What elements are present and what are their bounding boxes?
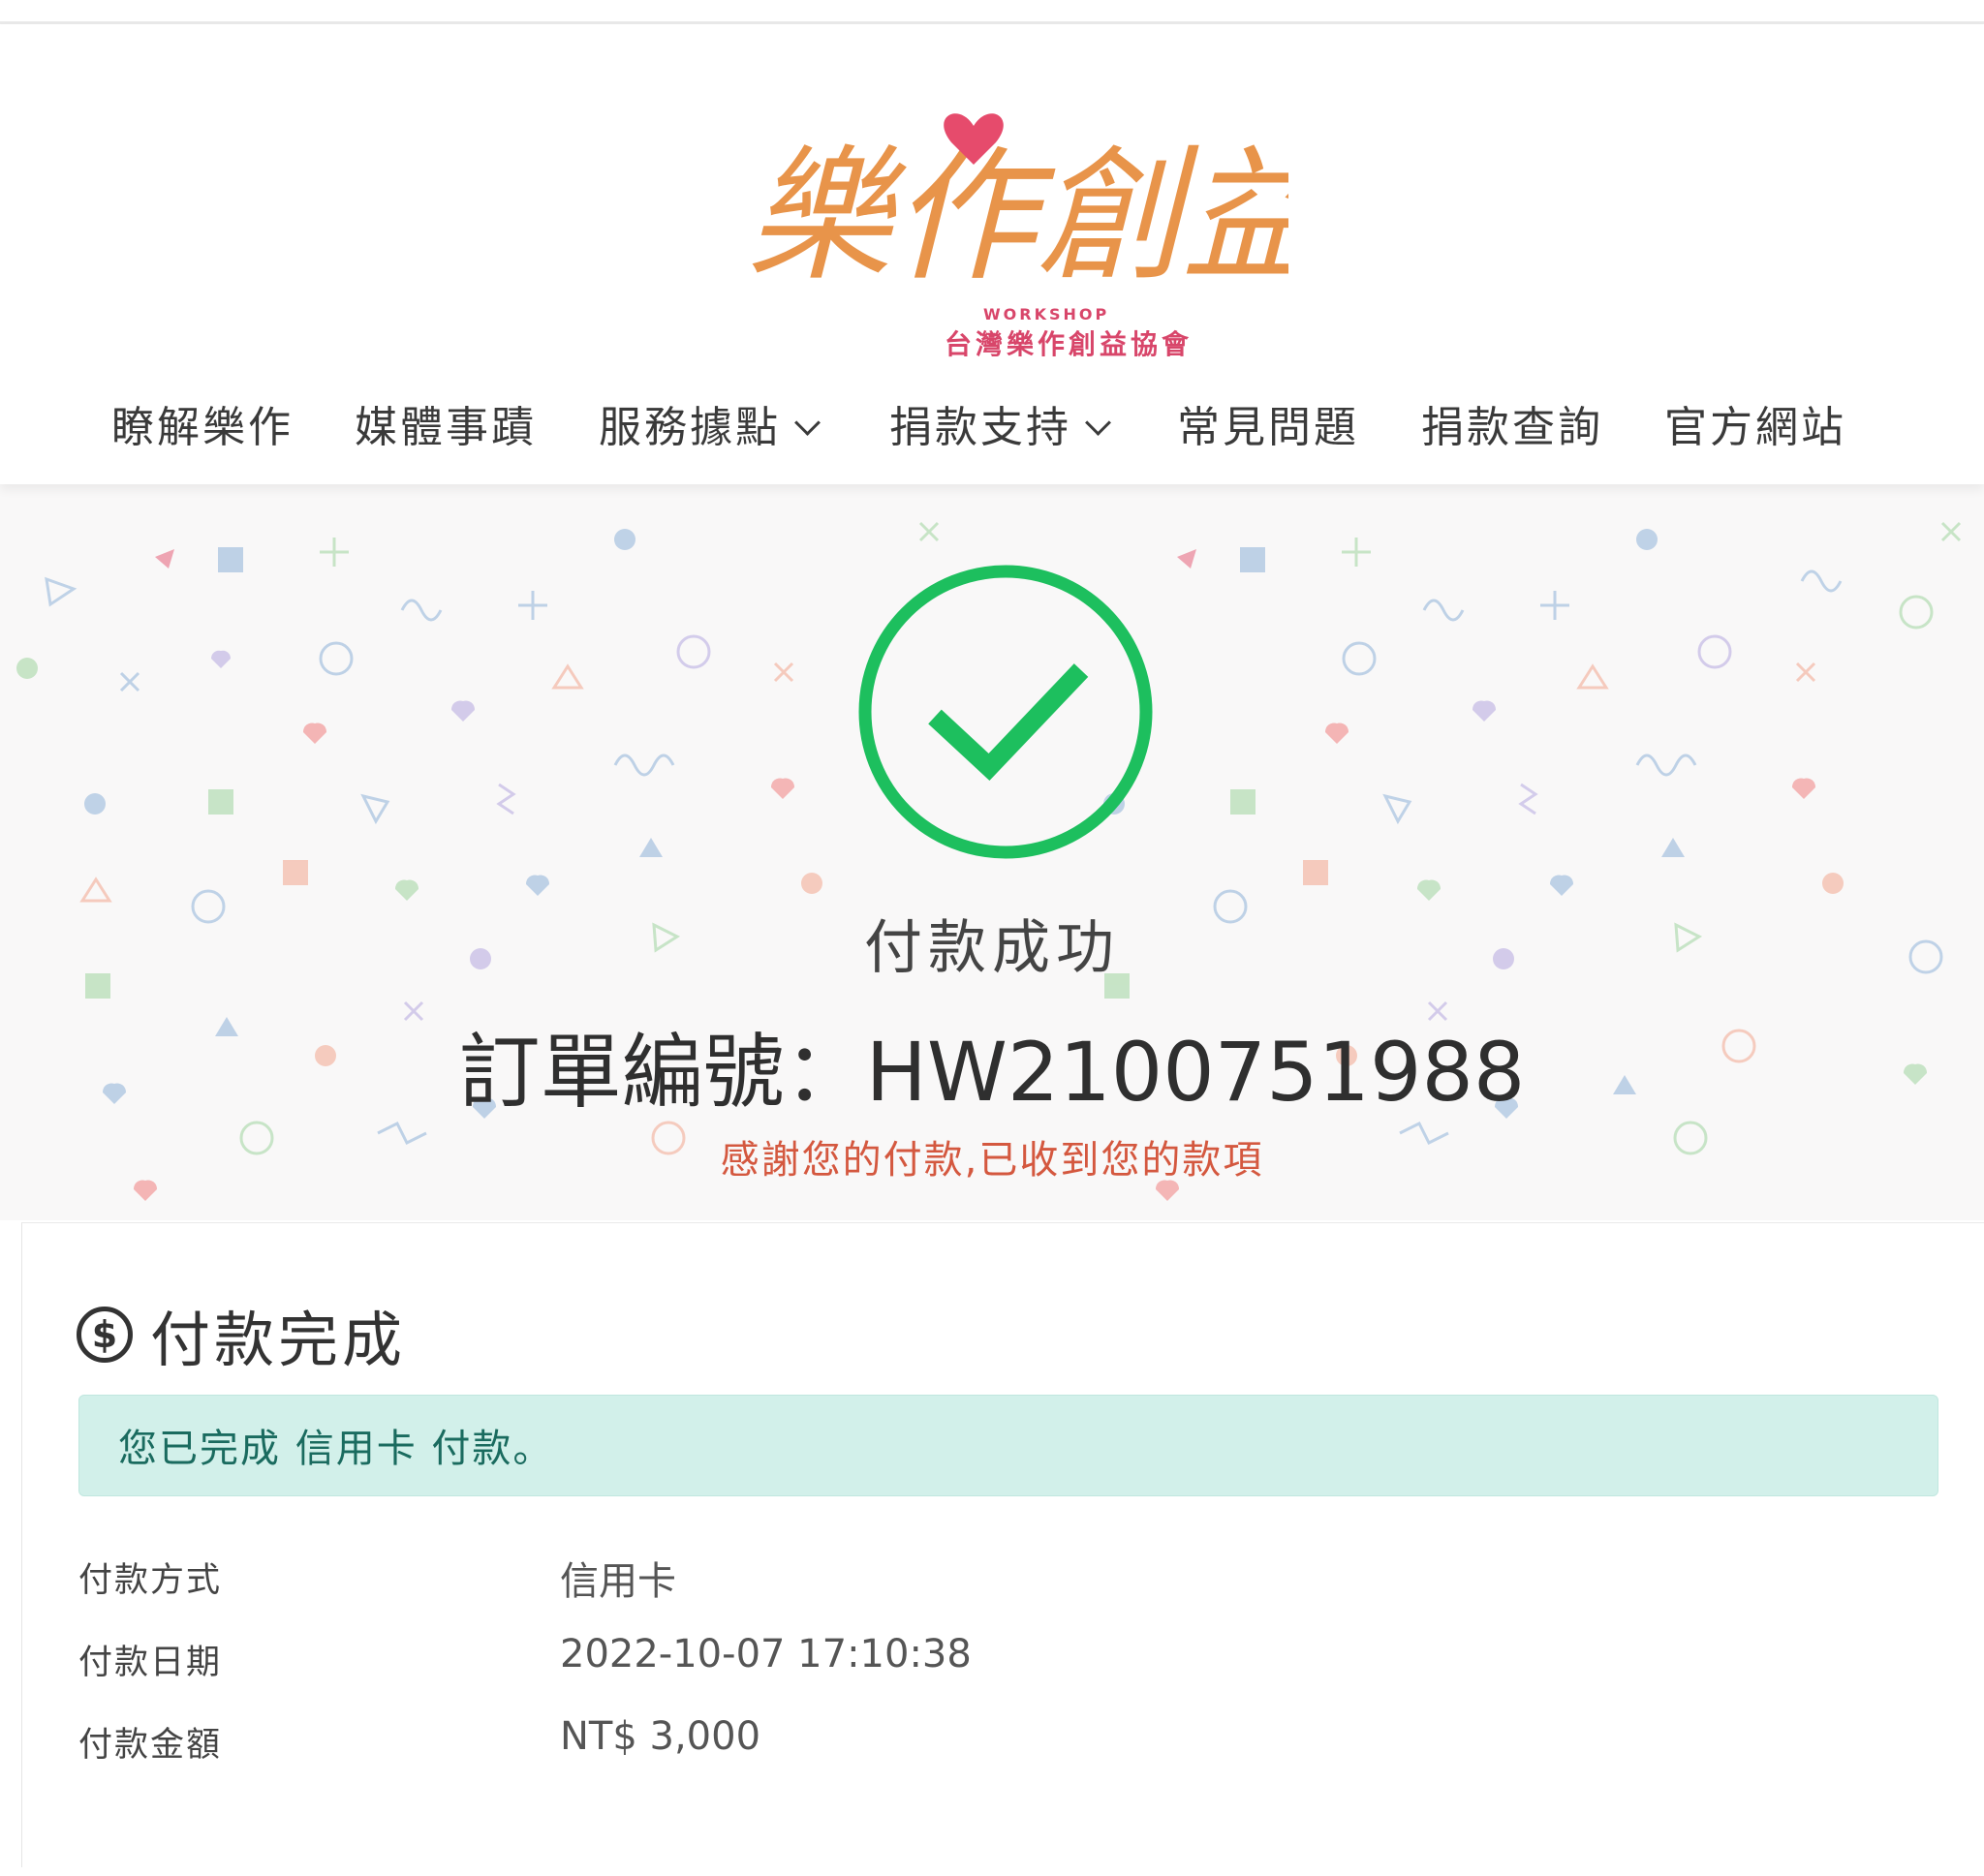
- nav-item-about[interactable]: 瞭解樂作: [111, 392, 294, 454]
- card-title: 付款完成: [150, 1305, 407, 1375]
- payment-success-title: 付款成功: [864, 914, 1120, 982]
- payment-date-value: 2022-10-07 17:10:38: [560, 1632, 972, 1676]
- nav-item-donate[interactable]: 捐款支持: [889, 392, 1111, 454]
- svg-text:樂作創益: 樂作創益: [746, 133, 1288, 301]
- payment-amount-value: NT$ 3,000: [560, 1714, 761, 1759]
- nav-item-official-site[interactable]: 官方網站: [1664, 392, 1846, 454]
- payment-details-card: $ 付款完成 您已完成 信用卡 付款。 付款方式 信用卡 付款日期 2022-1…: [21, 1222, 1984, 1867]
- payment-complete-alert: 您已完成 信用卡 付款。: [78, 1395, 1938, 1496]
- nav-item-locations[interactable]: 服務據點: [599, 392, 821, 454]
- browser-top-edge: [0, 0, 1984, 24]
- dollar-circle-icon: $: [77, 1307, 133, 1363]
- card-header: $ 付款完成: [77, 1291, 406, 1378]
- payment-method-label: 付款方式: [78, 1561, 223, 1600]
- logo-artwork: 樂作創益 WORKSHOP 台灣樂作創益協會: [746, 113, 1288, 360]
- site-logo[interactable]: 樂作創益 WORKSHOP 台灣樂作創益協會: [727, 73, 1288, 363]
- payment-date-label: 付款日期: [78, 1644, 223, 1682]
- logo-subtitle-zh: 台灣樂作創益協會: [945, 328, 1193, 360]
- site-header: 樂作創益 WORKSHOP 台灣樂作創益協會 瞭解樂作 媒體事蹟 服務據點 捐款…: [0, 24, 1984, 484]
- nav-item-faq[interactable]: 常見問題: [1177, 392, 1359, 454]
- payment-success-hero: 付款成功 訂單編號：HW2100751988 感謝您的付款,已收到您的款項: [0, 484, 1984, 1220]
- chevron-down-icon: [1085, 410, 1111, 436]
- order-number: 訂單編號：HW2100751988: [458, 1025, 1526, 1120]
- payment-method-value: 信用卡: [560, 1559, 676, 1604]
- nav-item-donation-lookup[interactable]: 捐款查詢: [1421, 392, 1603, 454]
- payment-amount-label: 付款金額: [78, 1726, 223, 1765]
- check-circle-icon: [855, 562, 1156, 862]
- nav-item-media[interactable]: 媒體事蹟: [355, 392, 537, 454]
- logo-subtitle-en: WORKSHOP: [983, 305, 1109, 323]
- thanks-message: 感謝您的付款,已收到您的款項: [720, 1138, 1264, 1183]
- main-nav: 瞭解樂作 媒體事蹟 服務據點 捐款支持 常見問題 捐款查詢 官方網站: [0, 373, 1984, 489]
- alert-text: 您已完成 信用卡 付款。: [118, 1427, 554, 1471]
- chevron-down-icon: [794, 410, 821, 436]
